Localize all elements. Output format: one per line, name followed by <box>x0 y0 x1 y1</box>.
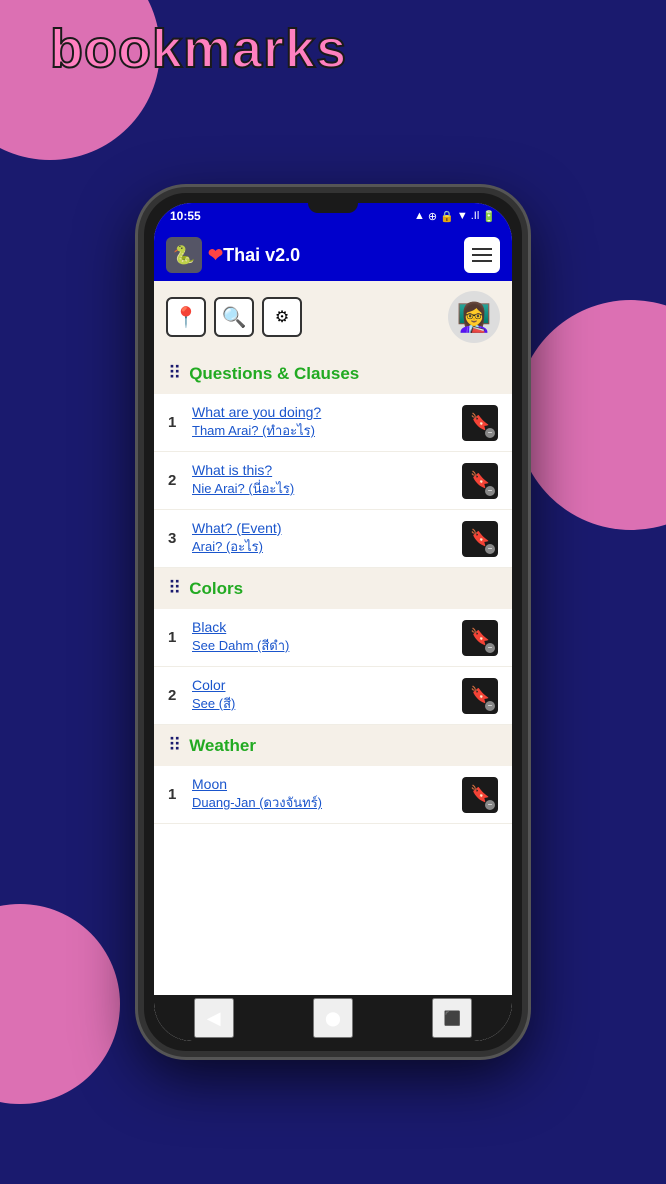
logo-emoji: 🐍 <box>173 245 195 266</box>
item-text: Black See Dahm (สีดำ) <box>192 619 462 656</box>
back-icon: ◀ <box>207 1008 221 1029</box>
app-title-text: ❤Thai v2.0 <box>208 245 300 266</box>
section-header-colors: ⠿ Colors <box>154 568 512 609</box>
section-title-questions: Questions & Clauses <box>189 364 359 384</box>
item-sub-text: See (สี) <box>192 693 462 714</box>
item-main-text[interactable]: What are you doing? <box>192 404 462 420</box>
search-icon-button[interactable]: 🔍 <box>214 297 254 337</box>
section-dots-colors: ⠿ <box>168 578 181 599</box>
item-number: 2 <box>168 687 192 704</box>
item-sub-text: Nie Arai? (นี่อะไร) <box>192 478 462 499</box>
list-item: 1 Moon Duang-Jan (ดวงจันทร์) 🔖 − <box>154 766 512 824</box>
item-sub-text: Tham Arai? (ทำอะไร) <box>192 420 462 441</box>
item-main-text[interactable]: What? (Event) <box>192 520 462 536</box>
bookmark-minus-icon: − <box>485 701 495 711</box>
item-number: 1 <box>168 414 192 431</box>
page-title: bookmarks <box>50 18 347 80</box>
item-sub-text: See Dahm (สีดำ) <box>192 635 462 656</box>
item-sub-text: Duang-Jan (ดวงจันทร์) <box>192 792 462 813</box>
hamburger-line-3 <box>472 260 492 262</box>
grid-icon: ⚙ <box>275 307 289 327</box>
bg-circle-right <box>516 300 666 530</box>
item-text: Color See (สี) <box>192 677 462 714</box>
recents-button[interactable]: ⬛ <box>432 998 472 1038</box>
camera-notch <box>308 203 358 213</box>
status-icons: ▲ ⊕ 🔒 ▼ .Il 🔋 <box>414 210 496 223</box>
item-number: 2 <box>168 472 192 489</box>
bookmark-button[interactable]: 🔖 − <box>462 678 498 714</box>
signal-icon: .Il <box>471 210 480 222</box>
location-icon: 📍 <box>174 305 199 330</box>
bookmark-button[interactable]: 🔖 − <box>462 405 498 441</box>
bookmark-button[interactable]: 🔖 − <box>462 521 498 557</box>
item-text: What is this? Nie Arai? (นี่อะไร) <box>192 462 462 499</box>
status-time: 10:55 <box>170 209 201 223</box>
item-number: 1 <box>168 629 192 646</box>
item-main-text[interactable]: What is this? <box>192 462 462 478</box>
app-navbar: 🐍 ❤Thai v2.0 <box>154 229 512 281</box>
bookmark-button[interactable]: 🔖 − <box>462 463 498 499</box>
phone-screen: 10:55 ▲ ⊕ 🔒 ▼ .Il 🔋 🐍 ❤Thai v2.0 <box>154 203 512 1041</box>
hamburger-line-1 <box>472 248 492 250</box>
item-text: What? (Event) Arai? (อะไร) <box>192 520 462 557</box>
bookmark-minus-icon: − <box>485 486 495 496</box>
phone-shell: 10:55 ▲ ⊕ 🔒 ▼ .Il 🔋 🐍 ❤Thai v2.0 <box>138 187 528 1057</box>
lock-icon: 🔒 <box>440 210 454 223</box>
list-item: 1 Black See Dahm (สีดำ) 🔖 − <box>154 609 512 667</box>
back-button[interactable]: ◀ <box>194 998 234 1038</box>
bottom-nav: ◀ ⬤ ⬛ <box>154 995 512 1041</box>
bookmark-minus-icon: − <box>485 800 495 810</box>
item-sub-text: Arai? (อะไร) <box>192 536 462 557</box>
bookmark-button[interactable]: 🔖 − <box>462 777 498 813</box>
item-main-text[interactable]: Color <box>192 677 462 693</box>
app-logo-area: 🐍 ❤Thai v2.0 <box>166 237 300 273</box>
location-icon-button[interactable]: 📍 <box>166 297 206 337</box>
list-item: 3 What? (Event) Arai? (อะไร) 🔖 − <box>154 510 512 568</box>
bookmark-minus-icon: − <box>485 643 495 653</box>
section-title-weather: Weather <box>189 736 256 756</box>
recents-icon: ⬛ <box>444 1010 461 1027</box>
bottom-padding <box>154 824 512 844</box>
section-title-colors: Colors <box>189 579 243 599</box>
section-dots-questions: ⠿ <box>168 363 181 384</box>
hamburger-menu-button[interactable] <box>464 237 500 273</box>
item-main-text[interactable]: Moon <box>192 776 462 792</box>
notification-icon: ▲ <box>414 210 425 222</box>
item-text: What are you doing? Tham Arai? (ทำอะไร) <box>192 404 462 441</box>
toolbar: 📍 🔍 ⚙ 👩‍🏫 <box>154 281 512 353</box>
home-icon: ⬤ <box>325 1010 341 1027</box>
list-item: 2 Color See (สี) 🔖 − <box>154 667 512 725</box>
bookmark-button[interactable]: 🔖 − <box>462 620 498 656</box>
app-logo-icon: 🐍 <box>166 237 202 273</box>
home-button[interactable]: ⬤ <box>313 998 353 1038</box>
bookmark-minus-icon: − <box>485 428 495 438</box>
list-item: 1 What are you doing? Tham Arai? (ทำอะไร… <box>154 394 512 452</box>
grid-icon-button[interactable]: ⚙ <box>262 297 302 337</box>
search-icon: 🔍 <box>222 305 247 330</box>
bookmark-minus-icon: − <box>485 544 495 554</box>
avatar-emoji: 👩‍🏫 <box>457 301 492 334</box>
character-avatar: 👩‍🏫 <box>448 291 500 343</box>
item-text: Moon Duang-Jan (ดวงจันทร์) <box>192 776 462 813</box>
item-number: 1 <box>168 786 192 803</box>
list-item: 2 What is this? Nie Arai? (นี่อะไร) 🔖 − <box>154 452 512 510</box>
section-header-questions: ⠿ Questions & Clauses <box>154 353 512 394</box>
item-number: 3 <box>168 530 192 547</box>
toolbar-left: 📍 🔍 ⚙ <box>166 297 302 337</box>
alarm-icon: ⊕ <box>428 210 437 223</box>
heart-icon: ❤ <box>208 245 223 265</box>
item-main-text[interactable]: Black <box>192 619 462 635</box>
bg-circle-bottom-left <box>0 904 120 1104</box>
hamburger-line-2 <box>472 254 492 256</box>
section-dots-weather: ⠿ <box>168 735 181 756</box>
content-area[interactable]: ⠿ Questions & Clauses 1 What are you doi… <box>154 353 512 995</box>
wifi-icon: ▼ <box>457 210 468 222</box>
section-header-weather: ⠿ Weather <box>154 725 512 766</box>
battery-icon: 🔋 <box>482 210 496 223</box>
